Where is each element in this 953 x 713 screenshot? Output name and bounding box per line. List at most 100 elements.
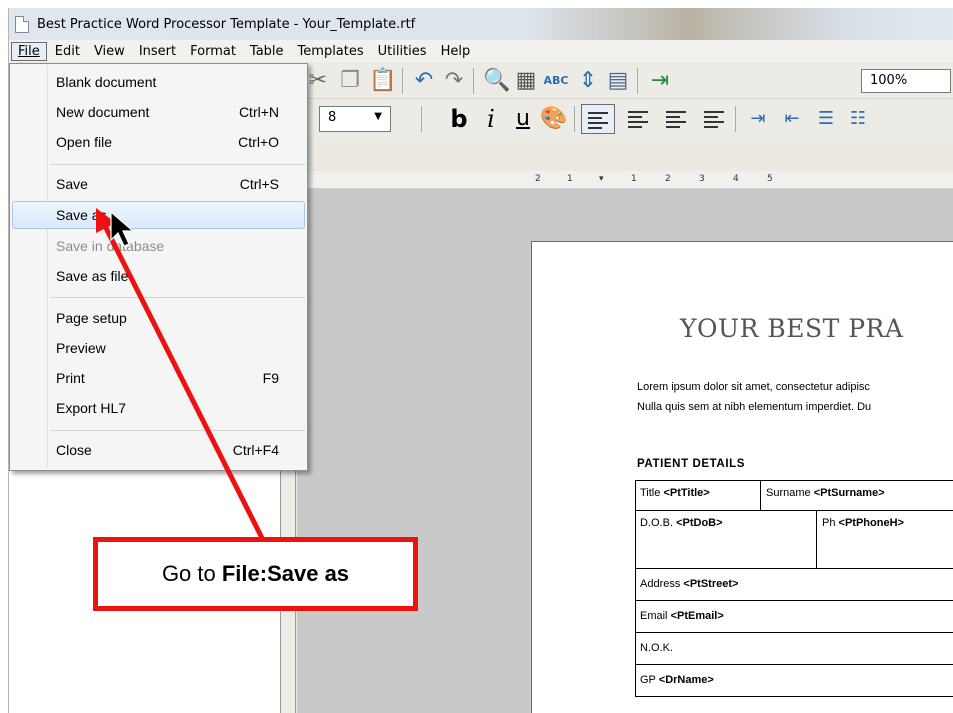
italic-button[interactable]: i bbox=[479, 104, 503, 134]
document-area: YOUR BEST PRA Lorem ipsum dolor sit amet… bbox=[297, 189, 953, 713]
menu-item-save-as-file[interactable]: Save as file bbox=[12, 262, 305, 290]
document-icon bbox=[15, 15, 29, 33]
ruler-mark: 3 bbox=[699, 174, 705, 184]
paste-icon[interactable]: 📋 bbox=[369, 68, 396, 94]
title-bar: Best Practice Word Processor Template - … bbox=[9, 8, 953, 40]
bold-button[interactable]: b bbox=[447, 104, 471, 134]
menu-format[interactable]: Format bbox=[184, 43, 242, 60]
menu-item-close[interactable]: Close Ctrl+F4 bbox=[12, 436, 305, 464]
align-left-button[interactable] bbox=[581, 104, 615, 134]
patient-details-table: Title <PtTitle> Surname <PtSurname> D.O.… bbox=[635, 480, 953, 697]
align-center-button[interactable] bbox=[621, 104, 655, 134]
menu-item-open-file[interactable]: Open file Ctrl+O bbox=[12, 128, 305, 156]
ruler-mark: 2 bbox=[535, 174, 541, 184]
document-page[interactable]: YOUR BEST PRA Lorem ipsum dolor sit amet… bbox=[531, 241, 953, 713]
spell-check-icon[interactable]: ABC bbox=[543, 68, 569, 94]
table-grid-icon[interactable]: ▦ bbox=[513, 68, 539, 94]
annotation-callout: Go to File:Save as bbox=[93, 537, 418, 611]
undo-icon[interactable]: ↶ bbox=[411, 68, 437, 94]
justify-icon bbox=[704, 109, 724, 128]
table-row: Address <PtStreet> bbox=[635, 569, 953, 601]
document-paragraph-line: Lorem ipsum dolor sit amet, consectetur … bbox=[637, 381, 870, 393]
indent-icon[interactable]: ⇥ bbox=[743, 104, 773, 134]
menu-item-save-in-database: Save in database bbox=[56, 238, 165, 254]
toolbar-separator bbox=[637, 68, 638, 94]
ruler-mark: 1 bbox=[567, 174, 573, 184]
menu-view[interactable]: View bbox=[88, 43, 131, 60]
ruler-mark: 4 bbox=[733, 174, 739, 184]
window-title: Best Practice Word Processor Template - … bbox=[37, 16, 416, 32]
menu-help[interactable]: Help bbox=[435, 43, 477, 60]
numbered-list-icon[interactable]: ☷ bbox=[843, 104, 873, 134]
table-row: Title <PtTitle> Surname <PtSurname> bbox=[635, 481, 953, 511]
menu-item-page-setup[interactable]: Page setup bbox=[12, 304, 305, 332]
menu-bar: File Edit View Insert Format Table Templ… bbox=[9, 40, 953, 62]
ruler-mark: 1 bbox=[631, 174, 637, 184]
shortcut-label: Ctrl+O bbox=[238, 134, 279, 150]
section-heading: PATIENT DETAILS bbox=[637, 458, 746, 470]
document-title: YOUR BEST PRA bbox=[680, 314, 904, 343]
zoom-select[interactable]: 100% bbox=[861, 69, 951, 93]
ruler-indent-marker[interactable]: ▾ bbox=[599, 174, 604, 184]
menu-item-save-as[interactable]: Save as bbox=[12, 201, 305, 229]
menu-item-new-document[interactable]: New document Ctrl+N bbox=[12, 98, 305, 126]
table-divider bbox=[816, 511, 817, 569]
find-icon[interactable]: 🔍 bbox=[483, 68, 510, 94]
ruler-mark: 5 bbox=[767, 174, 773, 184]
table-cell: Email <PtEmail> bbox=[640, 610, 724, 622]
callout-emphasis: File:Save as bbox=[221, 561, 350, 586]
table-cell: GP <DrName> bbox=[640, 674, 714, 686]
menu-file[interactable]: File bbox=[11, 41, 47, 61]
menu-separator bbox=[50, 297, 305, 298]
menu-item-export-hl7[interactable]: Export HL7 bbox=[12, 394, 305, 422]
menu-utilities[interactable]: Utilities bbox=[372, 43, 433, 60]
shortcut-label: Ctrl+F4 bbox=[232, 442, 279, 458]
table-row: GP <DrName> bbox=[635, 665, 953, 697]
up-down-arrow-icon[interactable]: ⇕ bbox=[575, 68, 601, 94]
chevron-down-icon: ▼ bbox=[374, 111, 382, 122]
toolbar-separator bbox=[421, 106, 422, 132]
table-cell: Surname <PtSurname> bbox=[766, 487, 885, 499]
menu-separator bbox=[50, 430, 305, 431]
menu-item-preview[interactable]: Preview bbox=[12, 334, 305, 362]
table-cell: Ph <PtPhoneH> bbox=[822, 517, 904, 529]
table-row: D.O.B. <PtDoB> Ph <PtPhoneH> bbox=[635, 511, 953, 569]
table-cell: N.O.K. bbox=[640, 642, 674, 654]
format-toolbar: 8 ▼ b i u 🎨 ⇥ ⇤ ☰ ☷ bbox=[299, 100, 953, 138]
copy-icon[interactable]: ❐ bbox=[337, 68, 363, 94]
align-right-button[interactable] bbox=[659, 104, 693, 134]
template-icon[interactable]: ▤ bbox=[605, 68, 631, 94]
menu-table[interactable]: Table bbox=[244, 43, 290, 60]
menu-templates[interactable]: Templates bbox=[292, 43, 370, 60]
shortcut-label: F9 bbox=[262, 370, 279, 386]
cut-icon[interactable]: ✂ bbox=[305, 68, 331, 94]
justify-button[interactable] bbox=[697, 104, 731, 134]
menu-item-save[interactable]: Save Ctrl+S bbox=[12, 170, 305, 198]
ruler-mark: 2 bbox=[665, 174, 671, 184]
shortcut-label: Ctrl+S bbox=[239, 176, 279, 192]
menu-item-print[interactable]: Print F9 bbox=[12, 364, 305, 392]
font-size-select[interactable]: 8 ▼ bbox=[319, 106, 391, 132]
menu-separator bbox=[50, 164, 305, 165]
table-cell: Address <PtStreet> bbox=[640, 578, 739, 590]
toolbar-separator bbox=[574, 106, 575, 132]
table-row: Email <PtEmail> bbox=[635, 601, 953, 633]
toolbar-separator bbox=[402, 68, 403, 94]
color-palette-icon[interactable]: 🎨 bbox=[539, 104, 569, 134]
align-right-icon bbox=[666, 109, 686, 128]
font-size-value: 8 bbox=[328, 110, 337, 125]
table-cell: Title <PtTitle> bbox=[640, 487, 710, 499]
menu-insert[interactable]: Insert bbox=[133, 43, 182, 60]
align-left-icon bbox=[588, 110, 608, 129]
redo-icon[interactable]: ↷ bbox=[441, 68, 467, 94]
table-divider bbox=[760, 481, 761, 511]
menu-item-blank-document[interactable]: Blank document bbox=[12, 68, 305, 96]
exit-door-icon[interactable]: ⇥ bbox=[647, 68, 673, 94]
outdent-icon[interactable]: ⇤ bbox=[777, 104, 807, 134]
document-paragraph-line: Nulla quis sem at nibh elementum imperdi… bbox=[637, 401, 872, 413]
menu-edit[interactable]: Edit bbox=[49, 43, 86, 60]
standard-toolbar: ✂ ❐ 📋 ↶ ↷ 🔍 ▦ ABC ⇕ ▤ ⇥ 100% bbox=[299, 63, 953, 99]
underline-button[interactable]: u bbox=[511, 104, 535, 134]
shortcut-label: Ctrl+N bbox=[238, 104, 279, 120]
bullet-list-icon[interactable]: ☰ bbox=[811, 104, 841, 134]
